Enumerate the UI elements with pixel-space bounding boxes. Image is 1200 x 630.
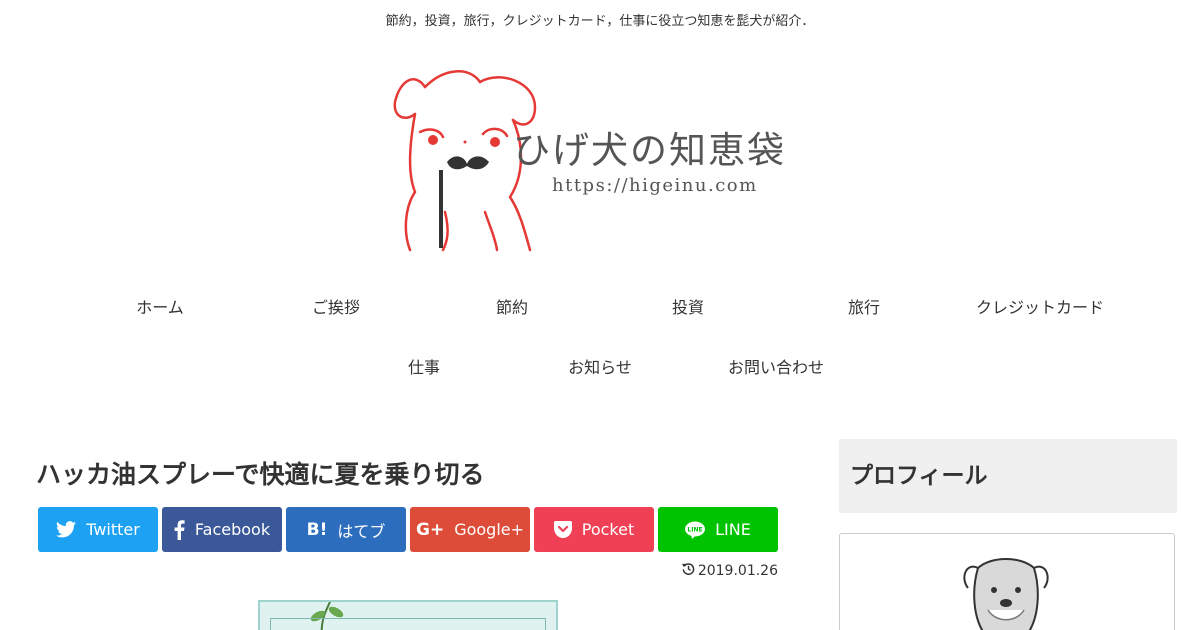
facebook-icon (174, 519, 185, 540)
nav-item-home[interactable]: ホーム (72, 288, 248, 328)
share-hatena-button[interactable]: B! はてブ (286, 507, 406, 552)
article-title: ハッカ油スプレーで快適に夏を乗り切る (36, 460, 485, 489)
share-pocket-label: Pocket (581, 520, 635, 539)
nav-item-greeting[interactable]: ご挨拶 (248, 288, 424, 328)
logo-url: https://higeinu.com (552, 175, 758, 196)
eyecatch-image (258, 600, 558, 630)
logo-title: ひげ犬の知恵袋 (513, 129, 786, 172)
profile-widget-title: プロフィール (839, 439, 1177, 513)
svg-text:LINE: LINE (688, 526, 703, 533)
share-twitter-button[interactable]: Twitter (38, 507, 158, 552)
pocket-icon (553, 521, 572, 538)
hatena-icon: B! (306, 519, 328, 540)
share-google-plus-button[interactable]: G+ Google+ (410, 507, 530, 552)
share-line-button[interactable]: LINE LINE (658, 507, 778, 552)
share-hatena-label: はてブ (337, 521, 386, 541)
article-main: ハッカ油スプレーで快適に夏を乗り切る Twitter Facebook B! は… (36, 455, 781, 630)
share-pocket-button[interactable]: Pocket (534, 507, 654, 552)
nav-item-investment[interactable]: 投資 (600, 288, 776, 328)
google-plus-icon: G+ (415, 519, 445, 540)
site-tagline: 節約，投資，旅行，クレジットカード，仕事に役立つ知恵を髭犬が紹介． (385, 14, 815, 29)
share-google-plus-label: Google+ (454, 520, 525, 539)
nav-item-credit-card[interactable]: クレジットカード (952, 288, 1128, 328)
updated-date: 2019.01.26 (36, 562, 778, 579)
nav-row-1: ホーム ご挨拶 節約 投資 旅行 クレジットカード (72, 288, 1128, 348)
global-nav: ホーム ご挨拶 節約 投資 旅行 クレジットカード 仕事 お知らせ お問い合わせ (72, 288, 1128, 408)
line-icon: LINE (685, 521, 706, 539)
site-logo[interactable]: ひげ犬の知恵袋 https://higeinu.com (385, 62, 825, 257)
share-twitter-label: Twitter (86, 520, 140, 539)
nav-item-travel[interactable]: 旅行 (776, 288, 952, 328)
history-icon (681, 562, 695, 579)
updated-date-text: 2019.01.26 (697, 562, 778, 579)
avatar (963, 558, 1049, 630)
share-line-label: LINE (715, 520, 751, 539)
nav-item-work[interactable]: 仕事 (336, 348, 512, 388)
nav-item-contact[interactable]: お問い合わせ (688, 348, 864, 388)
profile-card (839, 533, 1175, 630)
share-facebook-button[interactable]: Facebook (162, 507, 282, 552)
nav-row-2: 仕事 お知らせ お問い合わせ (72, 348, 1128, 408)
nav-item-news[interactable]: お知らせ (512, 348, 688, 388)
twitter-icon (56, 521, 77, 538)
share-facebook-label: Facebook (194, 520, 271, 539)
share-buttons: Twitter Facebook B! はてブ G+ Google+ Pocke… (38, 507, 781, 552)
nav-item-saving[interactable]: 節約 (424, 288, 600, 328)
sidebar: プロフィール (839, 439, 1177, 630)
eyecatch-frame (270, 618, 546, 630)
